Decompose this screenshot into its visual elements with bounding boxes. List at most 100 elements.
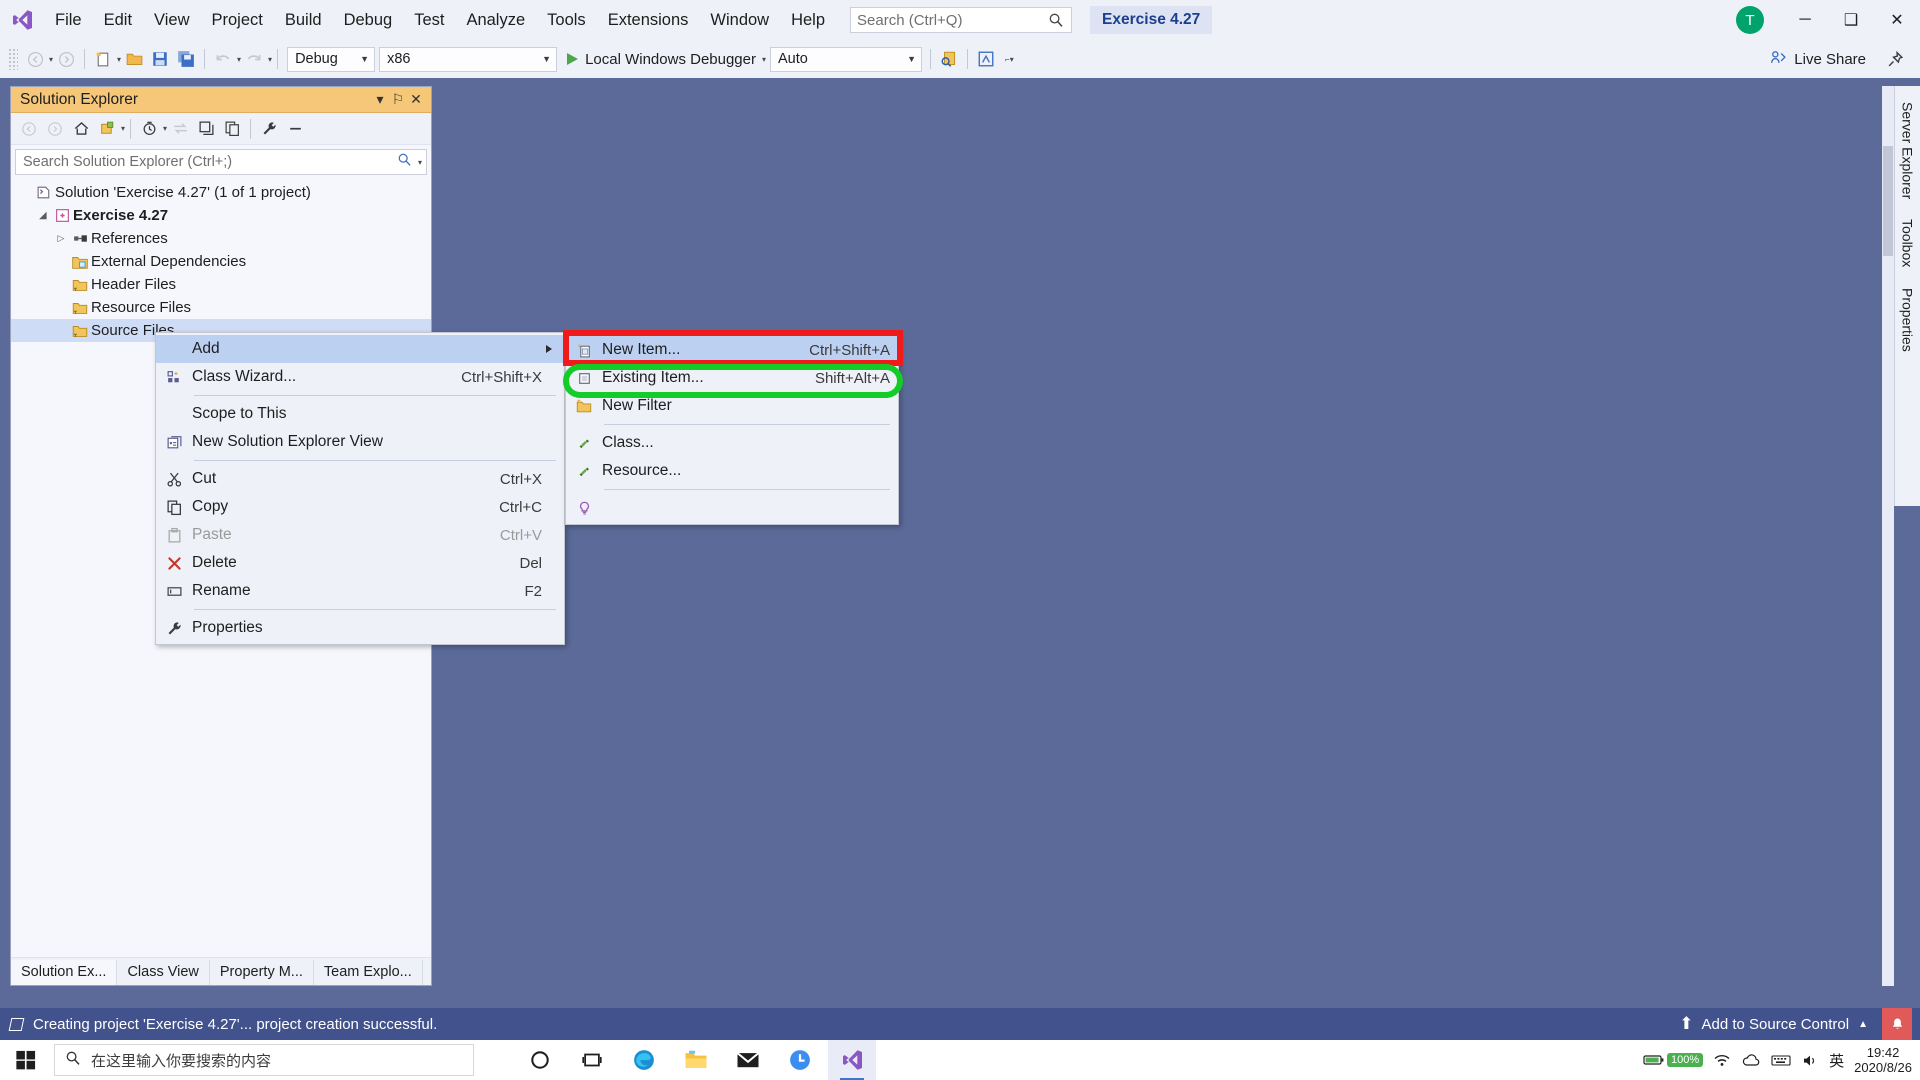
se-search-dropdown-icon[interactable]: ▾	[418, 158, 422, 167]
se-switch-views-icon[interactable]	[94, 116, 120, 142]
save-all-icon[interactable]	[173, 46, 199, 72]
battery-icon[interactable]: 100%	[1643, 1040, 1703, 1080]
panel-close-icon[interactable]: ✕	[407, 91, 425, 108]
windows-start-icon[interactable]	[0, 1049, 52, 1071]
notification-bell-icon[interactable]	[1882, 1008, 1912, 1040]
tree-node-solution[interactable]: Solution 'Exercise 4.27' (1 of 1 project…	[11, 181, 431, 204]
tab-class-view[interactable]: Class View	[117, 960, 209, 985]
window-minimize-button[interactable]: ─	[1782, 0, 1828, 40]
mail-icon[interactable]	[724, 1040, 772, 1080]
submenu-item-new-editorconfig[interactable]	[566, 494, 898, 522]
submenu-item-class[interactable]: Class...	[566, 429, 898, 457]
se-home-icon[interactable]	[68, 116, 94, 142]
tree-node-project[interactable]: ◢ Exercise 4.27	[11, 204, 431, 227]
tab-solution-explorer[interactable]: Solution Ex...	[11, 960, 117, 985]
se-show-all-files-icon[interactable]	[219, 116, 245, 142]
toolbar-overflow-icon[interactable]: ⌐▾	[1005, 55, 1014, 64]
redo-icon[interactable]	[241, 46, 267, 72]
menu-test[interactable]: Test	[403, 5, 455, 35]
menu-extensions[interactable]: Extensions	[597, 5, 700, 35]
menu-window[interactable]: Window	[699, 5, 780, 35]
solution-explorer-search-input[interactable]: Search Solution Explorer (Ctrl+;) ▾	[15, 149, 427, 175]
taskbar-search-input[interactable]: 在这里输入你要搜索的内容	[54, 1044, 474, 1076]
tree-node-references[interactable]: ▷ References	[11, 227, 431, 250]
se-collapse-all-icon[interactable]	[193, 116, 219, 142]
se-minimize-icon[interactable]	[282, 116, 308, 142]
panel-dropdown-icon[interactable]: ▾	[371, 91, 389, 108]
twisty-collapsed[interactable]: ▷	[53, 233, 69, 244]
workspace-scrollbar[interactable]	[1882, 86, 1894, 986]
twisty-expanded[interactable]: ◢	[35, 210, 51, 221]
lark-icon[interactable]	[776, 1040, 824, 1080]
context-menu-item-paste[interactable]: Paste Ctrl+V	[156, 521, 564, 549]
submenu-item-existing-item[interactable]: Existing Item... Shift+Alt+A	[566, 364, 898, 392]
menu-build[interactable]: Build	[274, 5, 333, 35]
submenu-item-new-filter[interactable]: New Filter	[566, 392, 898, 420]
search-icon[interactable]	[397, 152, 412, 172]
menu-analyze[interactable]: Analyze	[455, 5, 536, 35]
open-folder-icon[interactable]	[121, 46, 147, 72]
menu-debug[interactable]: Debug	[333, 5, 404, 35]
scrollbar-thumb[interactable]	[1883, 146, 1893, 256]
add-to-source-control-button[interactable]: ⬆ Add to Source Control ▲	[1671, 1014, 1876, 1034]
visual-studio-icon[interactable]	[828, 1040, 876, 1080]
context-menu-item-class-wizard[interactable]: Class Wizard... Ctrl+Shift+X	[156, 363, 564, 391]
window-layout-icon[interactable]	[973, 46, 999, 72]
nav-back-icon[interactable]	[22, 46, 48, 72]
undo-icon[interactable]	[210, 46, 236, 72]
context-menu-item-cut[interactable]: Cut Ctrl+X	[156, 465, 564, 493]
tree-node-resource-files[interactable]: Resource Files	[11, 296, 431, 319]
microsoft-edge-icon[interactable]	[620, 1040, 668, 1080]
keyboard-icon[interactable]	[1771, 1040, 1791, 1080]
menu-project[interactable]: Project	[201, 5, 274, 35]
solution-platform-combo[interactable]: x86 ▼	[379, 47, 557, 72]
context-menu-item-scope-to-this[interactable]: Scope to This	[156, 400, 564, 428]
context-menu-item-copy[interactable]: Copy Ctrl+C	[156, 493, 564, 521]
tree-node-external-dependencies[interactable]: External Dependencies	[11, 250, 431, 273]
tree-node-header-files[interactable]: Header Files	[11, 273, 431, 296]
context-menu-item-delete[interactable]: Delete Del	[156, 549, 564, 577]
save-icon[interactable]	[147, 46, 173, 72]
window-maximize-button[interactable]: ❑	[1828, 0, 1874, 40]
se-back-icon[interactable]	[16, 116, 42, 142]
se-pending-changes-icon[interactable]	[136, 116, 162, 142]
live-share-button[interactable]: Live Share	[1770, 49, 1866, 70]
context-menu-item-new-solution-explorer-view[interactable]: New Solution Explorer View	[156, 428, 564, 456]
se-forward-icon[interactable]	[42, 116, 68, 142]
menu-view[interactable]: View	[143, 5, 200, 35]
se-sync-icon[interactable]	[167, 116, 193, 142]
context-menu-item-properties[interactable]: Properties	[156, 614, 564, 642]
menu-edit[interactable]: Edit	[93, 5, 143, 35]
start-debug-button[interactable]: Local Windows Debugger ▾	[567, 51, 766, 68]
new-project-icon[interactable]	[90, 46, 116, 72]
toolbar-grip[interactable]	[8, 48, 18, 70]
cortana-icon[interactable]	[516, 1040, 564, 1080]
task-view-icon[interactable]	[568, 1040, 616, 1080]
menu-tools[interactable]: Tools	[536, 5, 597, 35]
pin-icon[interactable]	[1882, 46, 1908, 72]
ime-indicator[interactable]: 英	[1829, 1050, 1844, 1071]
tab-property-manager[interactable]: Property M...	[210, 960, 314, 985]
taskbar-clock[interactable]: 19:42 2020/8/26	[1854, 1045, 1912, 1075]
context-menu-item-add[interactable]: Add	[156, 335, 564, 363]
dock-tab-server-explorer[interactable]: Server Explorer	[1896, 92, 1920, 209]
volume-icon[interactable]	[1801, 1040, 1819, 1080]
submenu-item-resource[interactable]: Resource...	[566, 457, 898, 485]
panel-pin-icon[interactable]: ⚐	[389, 91, 407, 108]
global-search-input[interactable]: Search (Ctrl+Q)	[850, 7, 1072, 33]
menu-help[interactable]: Help	[780, 5, 836, 35]
dock-tab-properties[interactable]: Properties	[1896, 278, 1920, 362]
se-switch-views-dropdown-icon[interactable]: ▾	[121, 124, 125, 133]
solution-configuration-combo[interactable]: Debug ▼	[287, 47, 375, 72]
dock-tab-toolbox[interactable]: Toolbox	[1896, 209, 1920, 277]
find-in-files-icon[interactable]	[936, 46, 962, 72]
network-icon[interactable]	[1713, 1040, 1731, 1080]
redo-dropdown-icon[interactable]: ▾	[268, 55, 272, 64]
window-close-button[interactable]: ✕	[1874, 0, 1920, 40]
se-properties-wrench-icon[interactable]	[256, 116, 282, 142]
onedrive-icon[interactable]	[1741, 1040, 1761, 1080]
file-explorer-icon[interactable]	[672, 1040, 720, 1080]
context-menu-item-rename[interactable]: Rename F2	[156, 577, 564, 605]
tab-team-explorer[interactable]: Team Explo...	[314, 960, 423, 985]
menu-file[interactable]: File	[44, 5, 93, 35]
